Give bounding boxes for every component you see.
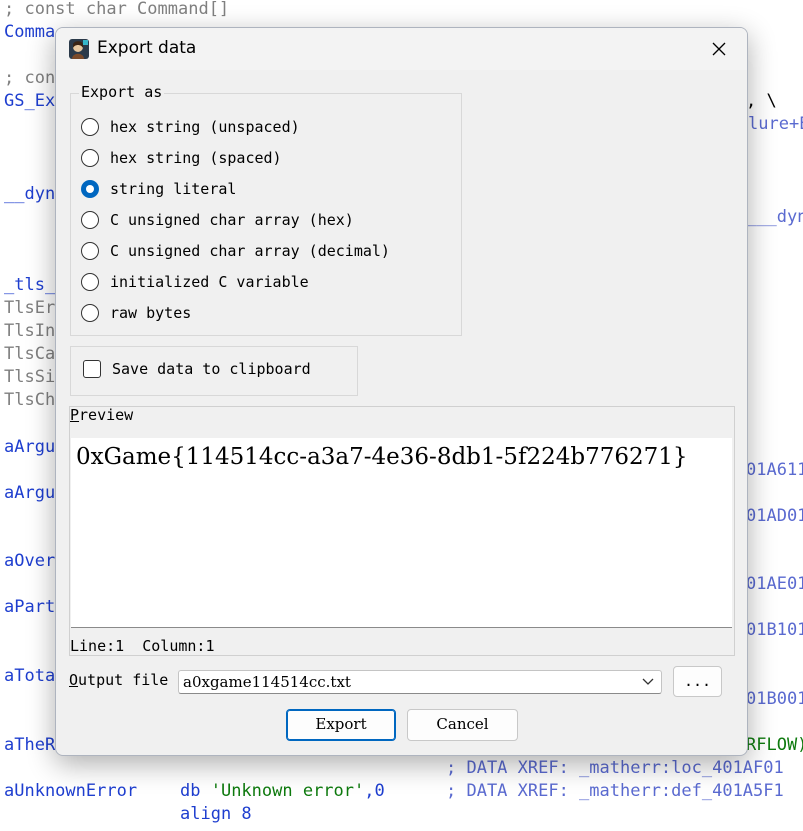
dialog-titlebar[interactable]: Export data <box>56 28 747 70</box>
radio-c-array-hex[interactable]: C unsigned char array (hex) <box>81 208 354 232</box>
listing-field: TlsIn <box>4 321 56 341</box>
listing-label[interactable]: aTota <box>4 665 55 688</box>
listing-xref[interactable]: 01B001 <box>746 688 803 711</box>
ida-app-icon <box>69 39 89 59</box>
output-file-value: a0xgame114514cc.txt <box>183 673 351 691</box>
radio-button-selected[interactable] <box>81 180 99 198</box>
preview-label: Preview <box>70 406 134 424</box>
preview-text[interactable]: 0xGame{114514cc-a3a7-4e36-8db1-5f224b776… <box>76 444 688 470</box>
close-icon <box>712 42 726 56</box>
listing-field: TlsSi <box>4 367 56 387</box>
listing-xref[interactable]: 01B101 <box>746 619 803 642</box>
save-to-clipboard-checkbox-row[interactable]: Save data to clipboard <box>83 360 311 378</box>
radio-string-literal[interactable]: string literal <box>81 177 236 201</box>
listing-instruction: db 'Unknown error',0 <box>180 781 385 801</box>
listing-xref[interactable]: lure+E <box>748 113 803 136</box>
listing-text: , \ <box>746 91 777 111</box>
radio-label: C unsigned char array (hex) <box>110 211 354 229</box>
listing-xref[interactable]: 01AD01 <box>746 505 803 528</box>
dialog-title: Export data <box>97 38 197 58</box>
radio-button[interactable] <box>81 211 99 229</box>
save-to-clipboard-checkbox[interactable] <box>83 360 101 378</box>
export-data-dialog: Export data Export as hex string (unspac… <box>55 27 748 756</box>
radio-label: raw bytes <box>110 304 192 322</box>
listing-xref[interactable]: 01A611 <box>746 459 803 482</box>
listing-label[interactable]: _tls_ <box>4 274 55 297</box>
listing-label[interactable]: aPart <box>4 596 55 619</box>
listing-label[interactable]: aArgu <box>4 482 55 505</box>
listing-label[interactable]: __dyn <box>4 183 55 206</box>
radio-button[interactable] <box>81 149 99 167</box>
browse-button[interactable]: ... <box>673 666 722 697</box>
output-file-combobox[interactable]: a0xgame114514cc.txt <box>178 670 662 694</box>
listing-comment: ; const char Command[] <box>4 0 230 19</box>
radio-raw-bytes[interactable]: raw bytes <box>81 301 191 325</box>
radio-button[interactable] <box>81 242 99 260</box>
listing-label[interactable]: aOver <box>4 550 55 573</box>
output-file-label: Output file <box>69 671 169 689</box>
listing-field: TlsCh <box>4 390 56 410</box>
cancel-button[interactable]: Cancel <box>407 709 518 741</box>
radio-button[interactable] <box>81 118 99 136</box>
listing-label[interactable]: aTheR <box>4 734 55 757</box>
listing-xref[interactable]: ; DATA XREF: _matherr:def_401A5F1 <box>446 780 784 803</box>
radio-label: hex string (spaced) <box>110 149 282 167</box>
listing-label[interactable]: aArgu <box>4 436 55 459</box>
listing-field: TlsCa <box>4 344 56 364</box>
radio-hex-string-unspaced[interactable]: hex string (unspaced) <box>81 115 300 139</box>
export-as-legend: Export as <box>79 83 165 101</box>
close-button[interactable] <box>696 32 742 66</box>
chevron-down-icon[interactable] <box>642 677 654 687</box>
radio-label: hex string (unspaced) <box>110 118 300 136</box>
radio-button[interactable] <box>81 304 99 322</box>
listing-xref[interactable]: 01AE01 <box>746 573 803 596</box>
listing-label[interactable]: aUnknownError <box>4 780 137 803</box>
listing-field: TlsEr <box>4 298 56 318</box>
listing-label[interactable]: GS_Ex <box>4 90 55 113</box>
radio-c-array-decimal[interactable]: C unsigned char array (decimal) <box>81 239 390 263</box>
radio-button[interactable] <box>81 273 99 291</box>
export-button[interactable]: Export <box>286 709 396 741</box>
radio-initialized-c-variable[interactable]: initialized C variable <box>81 270 309 294</box>
preview-cursor-status: Line:1 Column:1 <box>70 637 215 655</box>
radio-hex-string-spaced[interactable]: hex string (spaced) <box>81 146 282 170</box>
radio-label: string literal <box>110 180 237 198</box>
checkbox-label: Save data to clipboard <box>112 360 311 378</box>
listing-label[interactable]: Comma <box>4 21 55 44</box>
listing-xref[interactable]: ; DATA XREF: _matherr:loc_401AF01 <box>446 757 784 780</box>
radio-label: initialized C variable <box>110 273 309 291</box>
listing-string: RFLOW) <box>746 735 803 755</box>
listing-comment: ; con <box>4 68 56 88</box>
preview-text-area[interactable]: 0xGame{114514cc-a3a7-4e36-8db1-5f224b776… <box>71 438 732 628</box>
listing-xref[interactable]: ___dyn <box>746 206 803 229</box>
listing-instruction: align 8 <box>180 804 252 824</box>
radio-label: C unsigned char array (decimal) <box>110 242 390 260</box>
